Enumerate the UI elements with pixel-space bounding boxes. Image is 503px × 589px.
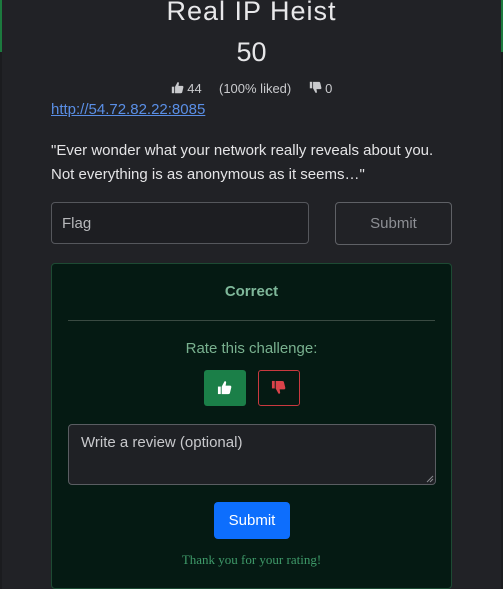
challenge-title: Real IP Heist xyxy=(166,0,337,26)
review-textarea[interactable] xyxy=(68,424,436,485)
result-divider xyxy=(68,320,435,321)
challenge-rating-summary: 44 (100% liked) 0 xyxy=(0,79,503,98)
challenge-link[interactable]: http://54.72.82.22:8085 xyxy=(51,100,205,120)
thumbs-down-icon xyxy=(309,81,321,93)
thumbs-up-icon xyxy=(171,82,184,94)
like-button[interactable] xyxy=(204,370,246,406)
thumbs-down-icon xyxy=(271,380,286,394)
correct-result-panel: Correct Rate this challenge: Submit Than… xyxy=(51,263,452,589)
submit-flag-button[interactable]: Submit xyxy=(335,202,452,245)
dislikes-count: 0 xyxy=(325,80,333,96)
challenge-description: "Ever wonder what your network really re… xyxy=(51,142,434,183)
flag-input[interactable] xyxy=(51,202,309,244)
result-status: Correct xyxy=(224,283,279,300)
resize-grip-icon[interactable] xyxy=(426,475,434,483)
rating-thanks-message: Thank you for your rating! xyxy=(181,552,322,567)
challenge-points: 50 xyxy=(236,37,267,67)
submit-review-button[interactable]: Submit xyxy=(214,502,290,539)
likes-count: 44 xyxy=(187,80,202,96)
dislike-button[interactable] xyxy=(258,370,300,406)
rate-prompt: Rate this challenge: xyxy=(185,340,318,357)
thumbs-up-icon xyxy=(217,381,232,395)
liked-percent: (100% liked) xyxy=(218,80,292,96)
